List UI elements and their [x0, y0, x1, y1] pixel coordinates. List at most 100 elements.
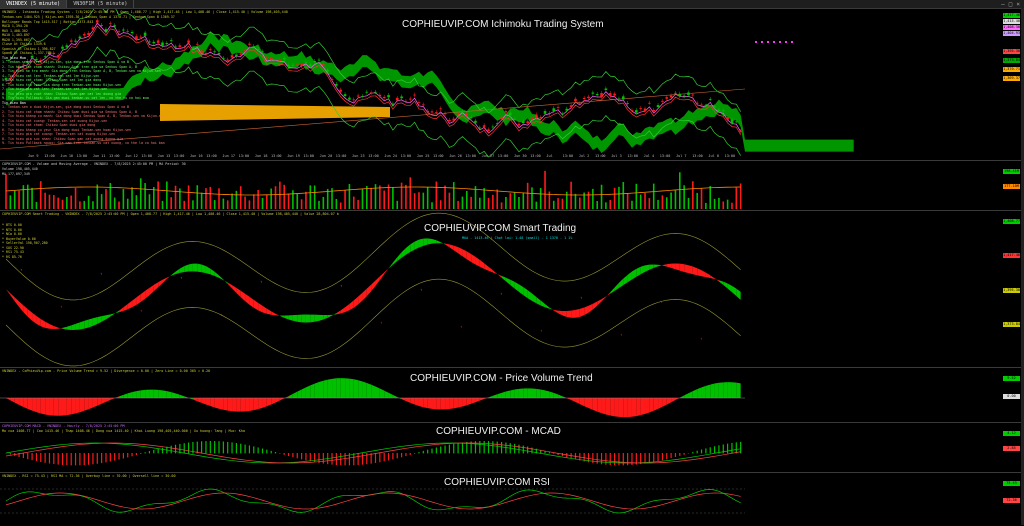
pvt-area	[645, 398, 649, 414]
ribbon-segment	[623, 275, 627, 285]
ribbon-segment	[236, 288, 240, 297]
macd-histogram-bar	[562, 453, 563, 456]
close-icon[interactable]: ×	[1016, 1, 1020, 8]
candle	[548, 113, 551, 114]
pvt-area	[236, 398, 240, 412]
volume-bar	[340, 202, 342, 209]
volume-bar	[644, 193, 646, 209]
volume-bar	[553, 201, 555, 209]
ribbon-segment	[615, 283, 619, 291]
candle	[400, 96, 403, 98]
tab-vnindex[interactable]: VNINDEX (5 minute)	[0, 0, 67, 8]
ribbon-segment	[719, 280, 723, 285]
ribbon-segment	[419, 239, 423, 248]
ribbon-segment	[271, 311, 275, 315]
date-tick-label: 13:00	[77, 154, 88, 158]
macd-histogram-bar	[36, 453, 37, 461]
macd-histogram-bar	[701, 450, 702, 454]
macd-histogram-bar	[336, 453, 337, 465]
axis-price-label: 1,417.46	[1003, 253, 1020, 258]
volume-bar	[53, 195, 55, 209]
ribbon-segment	[449, 244, 453, 250]
pvt-area	[376, 386, 380, 398]
macd-pane[interactable]: COPHIEUVIP.COM MACD - VNINDEX - Hourly -…	[0, 422, 1024, 473]
macd-histogram-bar	[736, 442, 737, 453]
pvt-area	[597, 398, 601, 413]
ribbon-segment	[597, 299, 601, 306]
macd-histogram-bar	[136, 453, 137, 455]
macd-histogram-bar	[684, 453, 685, 455]
pvt-area	[323, 380, 327, 398]
axis-price-label: 198.41M	[1003, 169, 1020, 174]
ribbon-segment	[619, 279, 623, 288]
pvt-area	[449, 398, 453, 409]
candle	[605, 89, 608, 90]
candle	[713, 106, 716, 108]
macd-histogram-bar	[705, 448, 706, 453]
ribbon-segment	[654, 264, 658, 267]
pvt-area	[489, 396, 493, 398]
ribbon-segment	[110, 313, 114, 316]
volume-bar	[140, 178, 142, 209]
pvt-area	[567, 398, 571, 400]
pvt-area	[458, 398, 462, 408]
info-line: 3. Tin hieu khang cu manh: Gia dong duoi…	[2, 114, 175, 119]
pvt-area	[15, 398, 19, 405]
date-tick-label: 13:00	[109, 154, 120, 158]
volume-bar	[457, 201, 459, 209]
pvt-area	[632, 398, 636, 417]
info-line: * SellerVal 198,907,280	[2, 241, 48, 246]
ribbon-segment	[197, 264, 201, 273]
ribbon-segment	[63, 327, 67, 330]
signal-arrow: ↑	[620, 332, 622, 337]
smart-trading-pane[interactable]: ↑↑↑↑↑↑↑↑↑↑↑↑↑↑↑↑↑↑ COPHIEUVIP.COM Smart …	[0, 210, 1024, 368]
volume-bar	[92, 201, 94, 209]
minimize-icon[interactable]: –	[1001, 1, 1005, 8]
macd-histogram-bar	[523, 446, 524, 454]
ribbon-segment	[154, 282, 158, 291]
macd-histogram-bar	[444, 445, 445, 453]
pvt-area	[528, 388, 532, 398]
ribbon-segment	[97, 316, 101, 324]
volume-bar	[301, 199, 303, 209]
ribbon-segment	[119, 307, 123, 312]
axis-price-label: 1,408.77	[1003, 219, 1020, 224]
volume-bar	[36, 202, 38, 209]
candle	[200, 50, 203, 52]
tab-vn30f1m[interactable]: VN30F1M (5 minute)	[67, 0, 134, 8]
pvt-area	[610, 398, 614, 416]
candle	[287, 65, 290, 67]
ichimoku-pane[interactable]: VNINDEX - Ichimoku Trading System - 7/8/…	[0, 8, 1024, 161]
date-tick-label: 13:00	[498, 154, 509, 158]
rsi-pane[interactable]: VNINDEX - RSI = 75.43 | RSI MA = 72.36 |…	[0, 472, 1024, 526]
signal-arrow: ↑	[60, 304, 62, 309]
pvt-area	[332, 378, 336, 398]
volume-pane[interactable]: COPHIEUVIP.COM - Volume and Moving Avera…	[0, 160, 1024, 211]
projection-dot	[767, 41, 769, 43]
date-tick-label: 13:00	[368, 154, 379, 158]
ribbon-segment	[441, 242, 445, 244]
ribbon-segment	[715, 278, 719, 281]
ribbon-segment	[593, 302, 597, 310]
pvt-pane[interactable]: VNINDEX - CoPhieuVip.com - Price Volume …	[0, 367, 1024, 423]
candle	[422, 104, 425, 105]
pvt-area	[636, 398, 640, 416]
smart-trading-values: * BTS 0.00* NTS 0.00* NCa 0.00* BuyerVal…	[2, 223, 48, 259]
pvt-area	[354, 379, 358, 398]
pvt-area	[362, 381, 366, 398]
ribbon-segment	[202, 264, 206, 273]
candle	[366, 92, 369, 93]
pvt-area	[6, 398, 10, 400]
pvt-area	[197, 398, 201, 403]
maximize-icon[interactable]: □	[1009, 1, 1013, 8]
pvt-area	[654, 398, 658, 411]
signal-arrow: ↑	[300, 316, 302, 321]
pvt-area	[232, 398, 236, 412]
volume-bar	[362, 189, 364, 209]
macd-histogram-bar	[492, 441, 493, 453]
macd-histogram-bar	[201, 441, 202, 453]
pvt-area	[602, 398, 606, 414]
ribbon-segment	[219, 275, 223, 280]
ribbon-segment	[589, 304, 593, 313]
candle	[183, 47, 186, 48]
